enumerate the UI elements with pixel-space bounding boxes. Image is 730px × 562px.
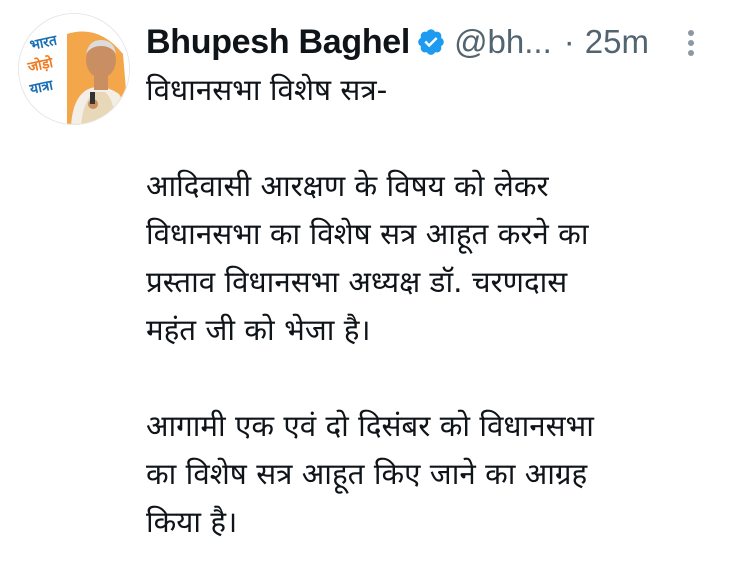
author-name[interactable]: Bhupesh Baghel [146,23,410,62]
tweet-text: विधानसभा विशेष सत्र- आदिवासी आरक्षण के व… [146,66,716,546]
avatar[interactable]: भारत जोड़ो यात्रा [18,13,130,125]
separator-dot: · [563,23,575,60]
tweet-header: Bhupesh Baghel @bh... · 25m [146,14,718,70]
tweet[interactable]: भारत जोड़ो यात्रा Bhupesh Baghel @bh... … [0,0,730,562]
tweet-paragraph-1: विधानसभा विशेष सत्र- [146,73,388,107]
author-handle[interactable]: @bh... [454,23,552,61]
avatar-image: भारत जोड़ो यात्रा [19,14,129,124]
timestamp[interactable]: 25m [585,23,649,61]
tweet-paragraph-3: आगामी एक एवं दो दिसंबर को विधानसभा का वि… [146,409,594,539]
more-options-icon[interactable] [684,26,698,60]
tweet-paragraph-2: आदिवासी आरक्षण के विषय को लेकर विधानसभा … [146,169,589,347]
verified-badge-icon [416,27,446,57]
